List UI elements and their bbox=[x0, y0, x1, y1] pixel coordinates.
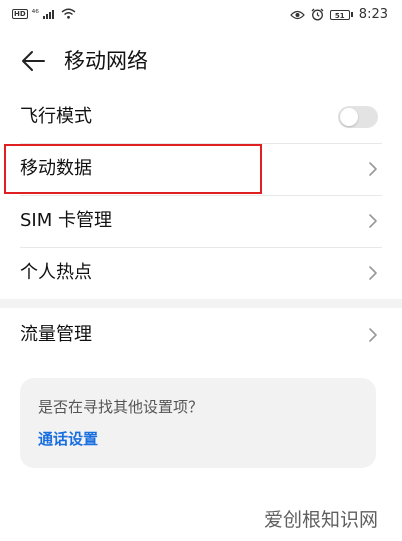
personal-hotspot-row[interactable]: 个人热点 bbox=[0, 248, 402, 298]
signal-icon bbox=[42, 10, 54, 19]
hd-badge: HD bbox=[12, 8, 28, 19]
mobile-data-label: 移动数据 bbox=[20, 158, 92, 179]
section-separator bbox=[0, 299, 402, 308]
chevron-right-icon bbox=[369, 266, 377, 280]
data-usage-label: 流量管理 bbox=[20, 324, 92, 345]
airplane-mode-toggle[interactable] bbox=[338, 106, 378, 128]
mobile-network-settings-screen: HD ⁴⁶ 51 8:23 移动网络 飞行模式 移动数据 SIM 卡管理 个人热… bbox=[0, 0, 402, 541]
status-right: 51 8:23 bbox=[289, 7, 388, 22]
toggle-knob bbox=[340, 108, 358, 126]
suggestion-question: 是否在寻找其他设置项？ bbox=[38, 398, 204, 416]
watermark-text: 爱创根知识网 bbox=[263, 509, 378, 531]
call-settings-link[interactable]: 通话设置 bbox=[38, 428, 98, 450]
airplane-mode-row[interactable]: 飞行模式 bbox=[0, 92, 402, 142]
wifi-icon bbox=[61, 8, 76, 19]
network-type-label: ⁴⁶ bbox=[31, 8, 39, 19]
battery-tip bbox=[350, 12, 353, 17]
chevron-right-icon bbox=[369, 328, 377, 342]
eye-icon bbox=[289, 10, 305, 19]
sim-management-label: SIM 卡管理 bbox=[20, 210, 112, 231]
chevron-right-icon bbox=[369, 162, 377, 176]
data-usage-row[interactable]: 流量管理 bbox=[0, 310, 402, 360]
suggestion-card: 是否在寻找其他设置项？ 通话设置 bbox=[20, 378, 376, 468]
battery-icon: 51 bbox=[329, 9, 353, 20]
personal-hotspot-label: 个人热点 bbox=[20, 262, 92, 283]
battery-level: 51 bbox=[329, 9, 350, 20]
airplane-mode-label: 飞行模式 bbox=[20, 106, 92, 127]
status-bar: HD ⁴⁶ 51 8:23 bbox=[0, 0, 402, 32]
status-time: 8:23 bbox=[358, 7, 388, 22]
alarm-clock-icon bbox=[311, 8, 324, 21]
mobile-data-row[interactable]: 移动数据 bbox=[0, 144, 402, 194]
chevron-right-icon bbox=[369, 214, 377, 228]
sim-management-row[interactable]: SIM 卡管理 bbox=[0, 196, 402, 246]
page-title: 移动网络 bbox=[64, 49, 148, 73]
back-arrow-icon[interactable] bbox=[20, 48, 46, 74]
app-header: 移动网络 bbox=[0, 38, 402, 84]
status-left: HD ⁴⁶ bbox=[12, 8, 76, 19]
